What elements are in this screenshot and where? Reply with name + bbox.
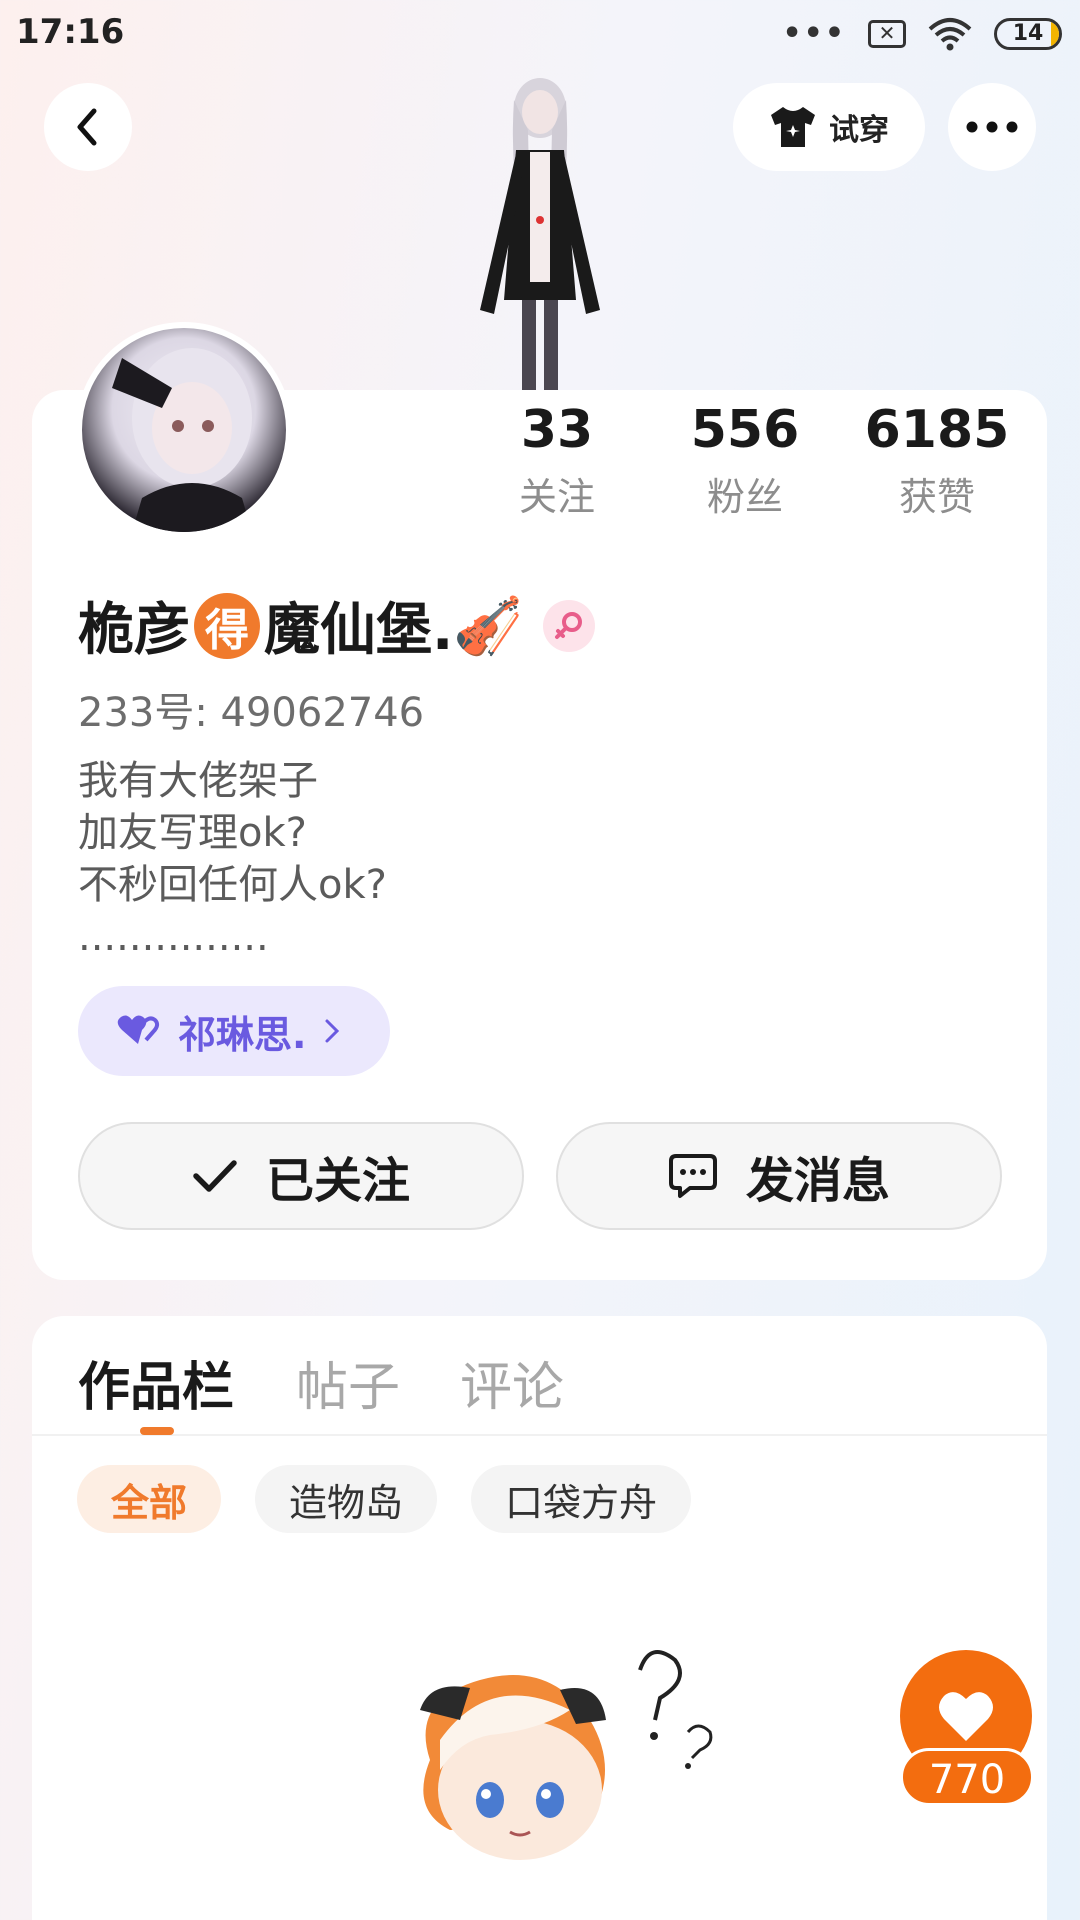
stat-likes-count: 6185 <box>864 400 1010 460</box>
filter-all[interactable]: 全部 <box>77 1465 221 1533</box>
status-icons: ••• ✕ 14 <box>782 16 1062 51</box>
avatar-image <box>112 348 252 532</box>
shirt-icon <box>771 107 815 147</box>
status-dots: ••• <box>782 16 846 51</box>
character-figure <box>480 78 600 390</box>
partner-name: 祁琳思. <box>178 1012 307 1057</box>
battery-level: 14 <box>1012 20 1044 46</box>
tab-comments[interactable]: 评论 <box>460 1345 564 1420</box>
tab-works[interactable]: 作品栏 <box>78 1345 234 1420</box>
username-part2: 魔仙堡. <box>264 598 454 663</box>
stat-likes[interactable]: 6185 获赞 <box>862 400 1012 521</box>
tab-posts[interactable]: 帖子 <box>296 1345 400 1420</box>
username-badge: 得 <box>194 592 260 659</box>
stat-following-count: 33 <box>520 400 594 460</box>
back-button[interactable] <box>44 83 132 171</box>
sim-off-icon: ✕ <box>868 19 906 48</box>
stat-following-label: 关注 <box>518 475 595 519</box>
username: 桅彦 得 魔仙堡. 🎻 <box>78 585 596 666</box>
message-label: 发消息 <box>745 1153 890 1209</box>
empty-state-illustration <box>420 1650 713 1860</box>
user-id: 233号: 49062746 <box>78 690 425 736</box>
like-count: 770 <box>900 1748 1034 1806</box>
avatar[interactable] <box>76 322 292 538</box>
partner-chip[interactable]: 祁琳思. <box>78 986 390 1076</box>
wifi-icon <box>928 17 972 50</box>
stat-fans[interactable]: 556 粉丝 <box>670 400 820 521</box>
status-time: 17:16 <box>16 12 125 52</box>
bio-line: 我有大佬架子 <box>78 758 318 804</box>
violin-icon: 🎻 <box>453 593 524 659</box>
tab-indicator <box>140 1427 174 1435</box>
chevron-left-icon <box>77 108 97 146</box>
followed-button[interactable]: 已关注 <box>78 1122 524 1230</box>
stat-fans-count: 556 <box>690 400 800 460</box>
followed-label: 已关注 <box>265 1153 410 1209</box>
hearts-icon <box>117 1015 160 1044</box>
stat-likes-label: 获赞 <box>898 475 975 519</box>
bio-line: 不秒回任何人ok? <box>78 862 387 908</box>
bio-line: 加友写理ok? <box>78 810 307 856</box>
stat-fans-label: 粉丝 <box>706 475 783 519</box>
check-icon <box>193 1160 237 1192</box>
chat-bubble-icon <box>668 1154 717 1198</box>
battery-indicator: 14 <box>994 17 1062 50</box>
message-button[interactable]: 发消息 <box>556 1122 1002 1230</box>
bio-line: ............... <box>78 914 269 960</box>
bio: 我有大佬架子 加友写理ok? 不秒回任何人ok? ............... <box>78 755 387 963</box>
filter-island[interactable]: 造物岛 <box>255 1465 437 1533</box>
more-icon <box>966 121 1018 133</box>
filter-ark[interactable]: 口袋方舟 <box>471 1465 691 1533</box>
stat-following[interactable]: 33 关注 <box>482 400 632 521</box>
username-part1: 桅彦 <box>78 598 190 663</box>
try-on-button[interactable]: 试穿 <box>733 83 925 171</box>
try-on-label: 试穿 <box>829 113 889 148</box>
more-button[interactable] <box>948 83 1036 171</box>
tab-divider <box>32 1434 1047 1436</box>
chevron-right-icon <box>325 1019 340 1043</box>
heart-icon <box>939 1692 993 1741</box>
female-icon <box>543 599 596 652</box>
